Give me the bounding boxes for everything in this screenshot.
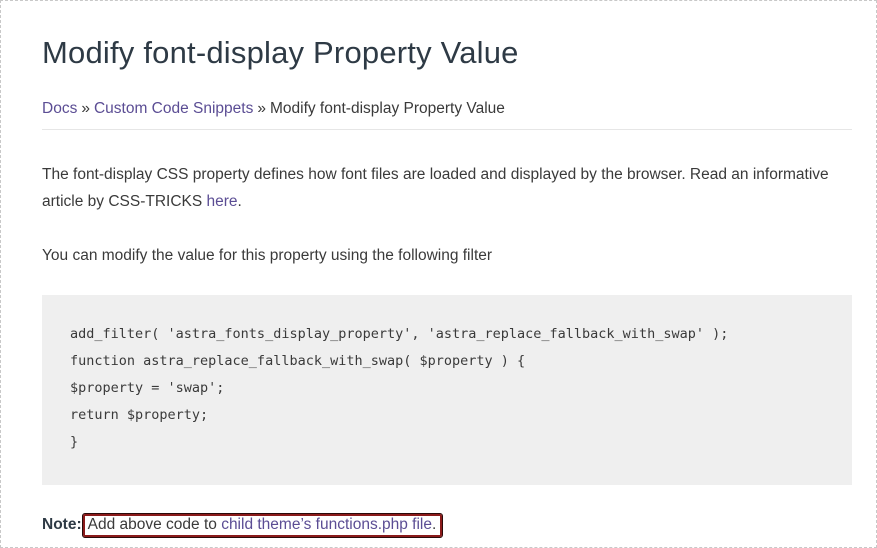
note-label: Note:	[42, 516, 82, 533]
intro-paragraph: The font-display CSS property defines ho…	[42, 161, 842, 215]
note-text: Add above code to	[87, 516, 222, 533]
here-link[interactable]: here	[207, 193, 238, 210]
code-line: $property = 'swap';	[70, 380, 225, 396]
filter-paragraph: You can modify the value for this proper…	[42, 247, 493, 264]
code-line: function astra_replace_fallback_with_swa…	[70, 353, 526, 369]
functions-php-link[interactable]: child theme’s functions.php file	[221, 516, 432, 533]
divider	[42, 129, 852, 130]
breadcrumb: Docs» Custom Code Snippets» Modify font-di…	[42, 100, 505, 118]
code-line: return $property;	[70, 407, 209, 423]
code-line: add_filter( 'astra_fonts_display_propert…	[70, 326, 729, 342]
code-block[interactable]: add_filter( 'astra_fonts_display_propert…	[42, 295, 852, 485]
note-highlight-box: Add above code to child theme’s function…	[81, 513, 444, 538]
breadcrumb-current: Modify font-display Property Value	[269, 100, 505, 117]
page-title: Modify font-display Property Value	[42, 35, 519, 70]
breadcrumb-docs-link[interactable]: Docs	[42, 100, 77, 117]
breadcrumb-separator: »	[81, 100, 90, 117]
breadcrumb-custom-code-snippets-link[interactable]: Custom Code Snippets	[94, 100, 253, 117]
code-line: }	[70, 434, 79, 450]
intro-period: .	[237, 193, 242, 210]
intro-text: The font-display CSS property defines ho…	[42, 166, 829, 210]
breadcrumb-separator: »	[257, 100, 266, 117]
note: Note: Add above code to child theme’s fun…	[42, 513, 444, 538]
article-frame: Modify font-display Property Value Docs»…	[0, 0, 877, 548]
note-period: .	[432, 516, 437, 533]
